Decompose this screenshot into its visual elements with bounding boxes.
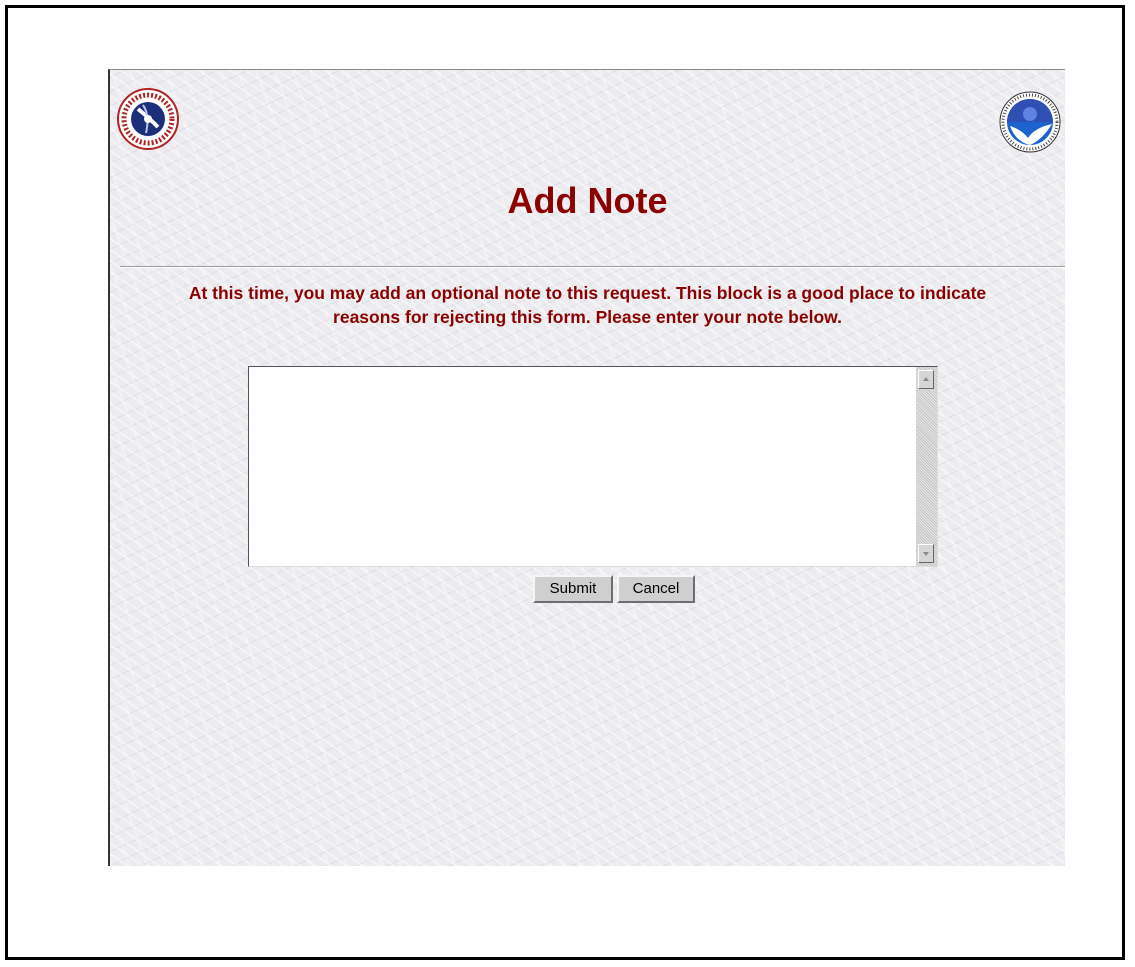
noaa-logo xyxy=(998,90,1062,154)
page-content: Add Note At this time, you may add an op… xyxy=(108,69,1065,866)
screenshot-frame: Add Note At this time, you may add an op… xyxy=(5,5,1125,960)
national-weather-service-logo xyxy=(116,87,180,151)
page-title: Add Note xyxy=(507,180,668,221)
instructions-line-1: At this time, you may add an optional no… xyxy=(188,283,987,303)
scroll-down-button[interactable] xyxy=(918,544,934,563)
submit-button[interactable]: Submit xyxy=(533,575,613,603)
cancel-button[interactable]: Cancel xyxy=(617,575,695,603)
vertical-scrollbar[interactable] xyxy=(916,367,937,566)
instructions-line-2: reasons for rejecting this form. Please … xyxy=(333,307,842,327)
form-buttons: Submit Cancel xyxy=(110,575,1065,603)
scroll-up-arrow-icon xyxy=(923,377,929,381)
note-textarea[interactable] xyxy=(249,367,915,566)
instructions-text: At this time, you may add an optional no… xyxy=(110,281,1065,329)
horizontal-rule xyxy=(120,266,1065,268)
note-textarea-container xyxy=(248,366,938,567)
scroll-down-arrow-icon xyxy=(923,552,929,556)
scroll-up-button[interactable] xyxy=(918,370,934,389)
